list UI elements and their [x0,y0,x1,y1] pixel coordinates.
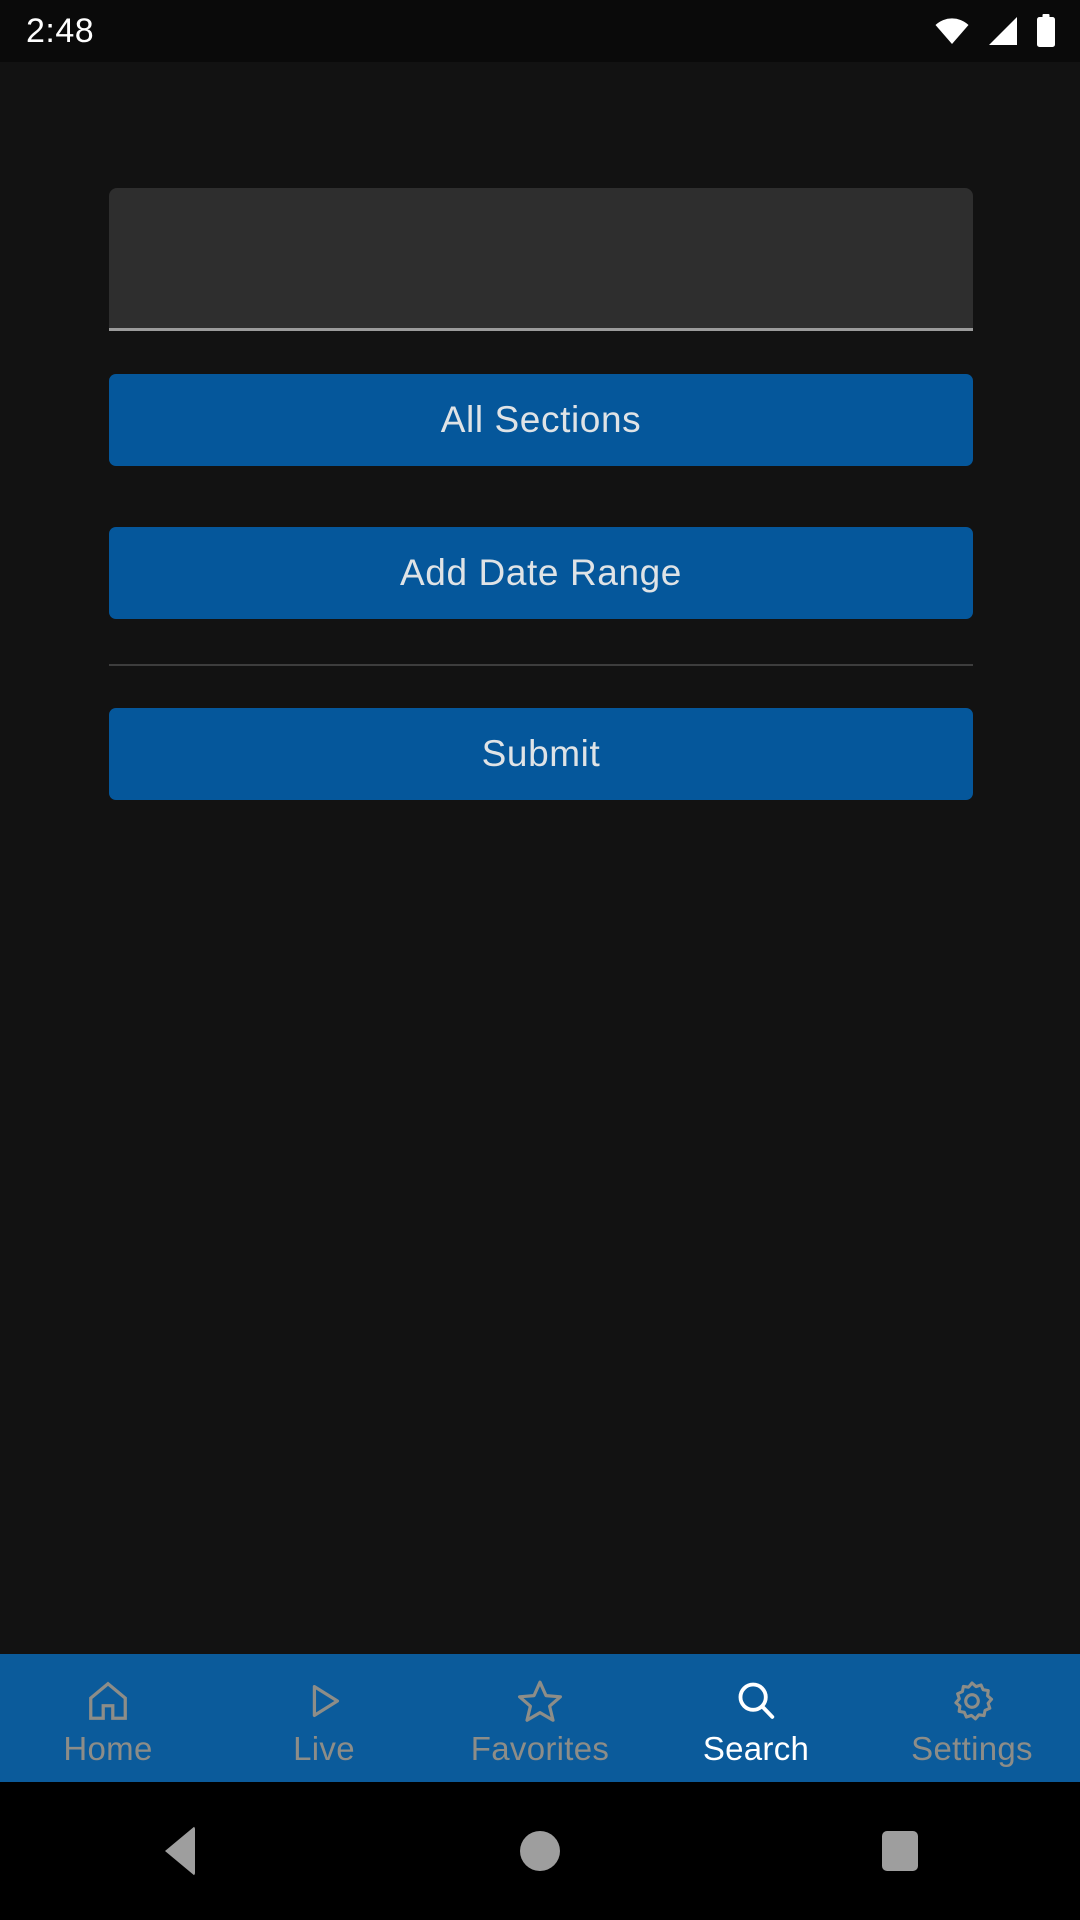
home-circle-icon [520,1831,560,1871]
search-input[interactable] [109,188,973,331]
battery-icon [1037,14,1055,47]
android-system-nav [0,1782,1080,1920]
form-divider [109,664,973,666]
tab-search[interactable]: Search [648,1654,864,1782]
system-back-button[interactable] [0,1782,360,1920]
tab-settings[interactable]: Settings [864,1654,1080,1782]
system-recents-button[interactable] [720,1782,1080,1920]
play-icon [301,1678,347,1724]
search-icon [733,1678,779,1724]
gear-icon [949,1678,995,1724]
bottom-tab-bar: Home Live Favorites Search Settings [0,1654,1080,1782]
tab-favorites-label: Favorites [470,1729,610,1767]
wifi-icon [935,18,969,44]
cellular-signal-icon [989,17,1017,45]
status-clock: 2:48 [26,12,95,50]
tab-search-label: Search [702,1729,810,1767]
tab-home-label: Home [63,1729,153,1767]
tab-live-label: Live [293,1729,355,1767]
search-form-panel: All Sections Add Date Range Submit [0,62,1080,1654]
home-icon [85,1678,131,1724]
star-icon [516,1678,564,1724]
tab-home[interactable]: Home [0,1654,216,1782]
system-home-button[interactable] [360,1782,720,1920]
status-icon-group [934,14,1056,48]
recents-square-icon [882,1831,918,1871]
search-query-field-wrapper [109,188,973,331]
tab-settings-label: Settings [911,1729,1033,1767]
all-sections-button[interactable]: All Sections [109,374,973,466]
tab-favorites[interactable]: Favorites [432,1654,648,1782]
tab-live[interactable]: Live [216,1654,432,1782]
phone-screen: 2:48 All Sections Add Date Range Submit [0,0,1080,1920]
status-bar: 2:48 [0,0,1080,62]
add-date-range-button[interactable]: Add Date Range [109,527,973,619]
submit-button[interactable]: Submit [109,708,973,800]
back-triangle-icon [165,1826,195,1876]
